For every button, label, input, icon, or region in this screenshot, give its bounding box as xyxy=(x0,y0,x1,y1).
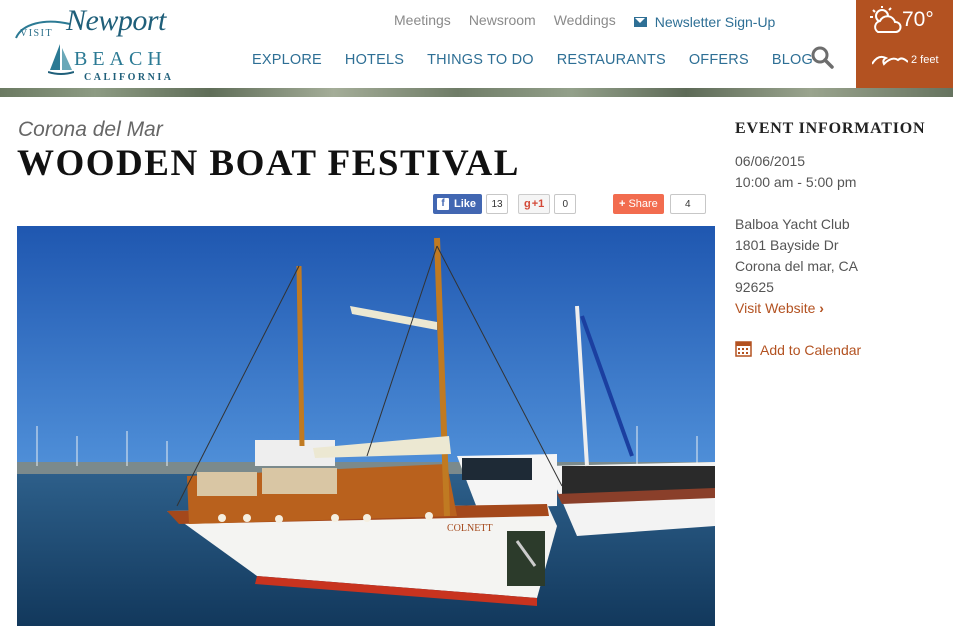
gplus-icon: g xyxy=(524,198,531,210)
weather-widget[interactable]: 70° 2 feet xyxy=(856,0,953,88)
gplus-label: +1 xyxy=(531,198,545,210)
facebook-like-widget: f Like 13 xyxy=(433,194,509,216)
logo-beach-text: BEACH xyxy=(74,48,167,70)
facebook-like-count: 13 xyxy=(486,194,509,214)
event-time: 10:00 am - 5:00 pm xyxy=(735,174,857,190)
newsletter-label: Newsletter Sign-Up xyxy=(654,14,776,30)
gplus-button[interactable]: g +1 xyxy=(518,194,551,214)
site-logo[interactable]: VISIT Newport BEACH CALIFORNIA xyxy=(14,2,184,86)
partly-cloudy-icon xyxy=(870,6,902,33)
facebook-like-button[interactable]: f Like xyxy=(433,194,483,214)
gplus-count: 0 xyxy=(554,194,577,214)
logo-newport-text: Newport xyxy=(66,4,166,37)
share-button[interactable]: + Share xyxy=(613,194,664,214)
logo-california-text: CALIFORNIA xyxy=(84,72,174,83)
surf-height: 2 feet xyxy=(911,54,939,66)
calendar-icon[interactable] xyxy=(735,340,752,357)
event-photo: COLNETT xyxy=(17,226,715,626)
visit-website-link[interactable]: Visit Website › xyxy=(735,298,824,319)
utility-link-newsroom[interactable]: Newsroom xyxy=(469,12,536,32)
newsletter-signup-link[interactable]: Newsletter Sign-Up xyxy=(633,12,776,32)
nav-blog[interactable]: BLOG xyxy=(772,52,813,68)
main-nav: EXPLORE HOTELS THINGS TO DO RESTAURANTS … xyxy=(252,52,836,68)
chevron-right-icon: › xyxy=(819,300,824,316)
nav-offers[interactable]: OFFERS xyxy=(689,52,749,68)
page-title: WOODEN BOAT FESTIVAL xyxy=(17,143,520,184)
venue-zip: 92625 xyxy=(735,279,774,295)
nav-things-to-do[interactable]: THINGS TO DO xyxy=(427,52,534,68)
venue-city: Corona del mar, CA xyxy=(735,258,858,274)
venue-name: Balboa Yacht Club xyxy=(735,216,850,232)
utility-nav: Meetings Newsroom Weddings Newsletter Si… xyxy=(394,12,793,32)
event-location-subtitle: Corona del Mar xyxy=(18,118,163,141)
share-count: 4 xyxy=(669,194,706,214)
gplus-widget: g +1 0 xyxy=(518,194,577,216)
utility-link-weddings[interactable]: Weddings xyxy=(554,12,616,32)
plus-icon: + xyxy=(619,198,626,210)
nav-restaurants[interactable]: RESTAURANTS xyxy=(557,52,666,68)
visit-website-label: Visit Website xyxy=(735,300,816,316)
event-date: 06/06/2015 xyxy=(735,153,806,169)
site-header: VISIT Newport BEACH CALIFORNIA Meetings … xyxy=(0,0,953,88)
nav-explore[interactable]: EXPLORE xyxy=(252,52,322,68)
header-photo-strip xyxy=(0,88,953,97)
share-widget: + Share 4 xyxy=(613,194,706,216)
temperature: 70° xyxy=(902,8,934,31)
event-info-heading: EVENT INFORMATION xyxy=(735,120,926,137)
facebook-icon: f xyxy=(437,198,449,210)
logo-visit-text: VISIT xyxy=(20,28,54,39)
share-label: Share xyxy=(628,198,658,210)
nav-hotels[interactable]: HOTELS xyxy=(345,52,404,68)
search-icon[interactable] xyxy=(810,45,834,69)
facebook-like-label: Like xyxy=(454,198,477,210)
sailboat-icon xyxy=(48,44,74,75)
wave-icon xyxy=(872,55,908,66)
add-to-calendar-link[interactable]: Add to Calendar xyxy=(760,342,861,358)
utility-link-meetings[interactable]: Meetings xyxy=(394,12,451,32)
svg-text:COLNETT: COLNETT xyxy=(447,523,493,534)
venue-address: 1801 Bayside Dr xyxy=(735,237,839,253)
envelope-icon xyxy=(633,17,647,27)
